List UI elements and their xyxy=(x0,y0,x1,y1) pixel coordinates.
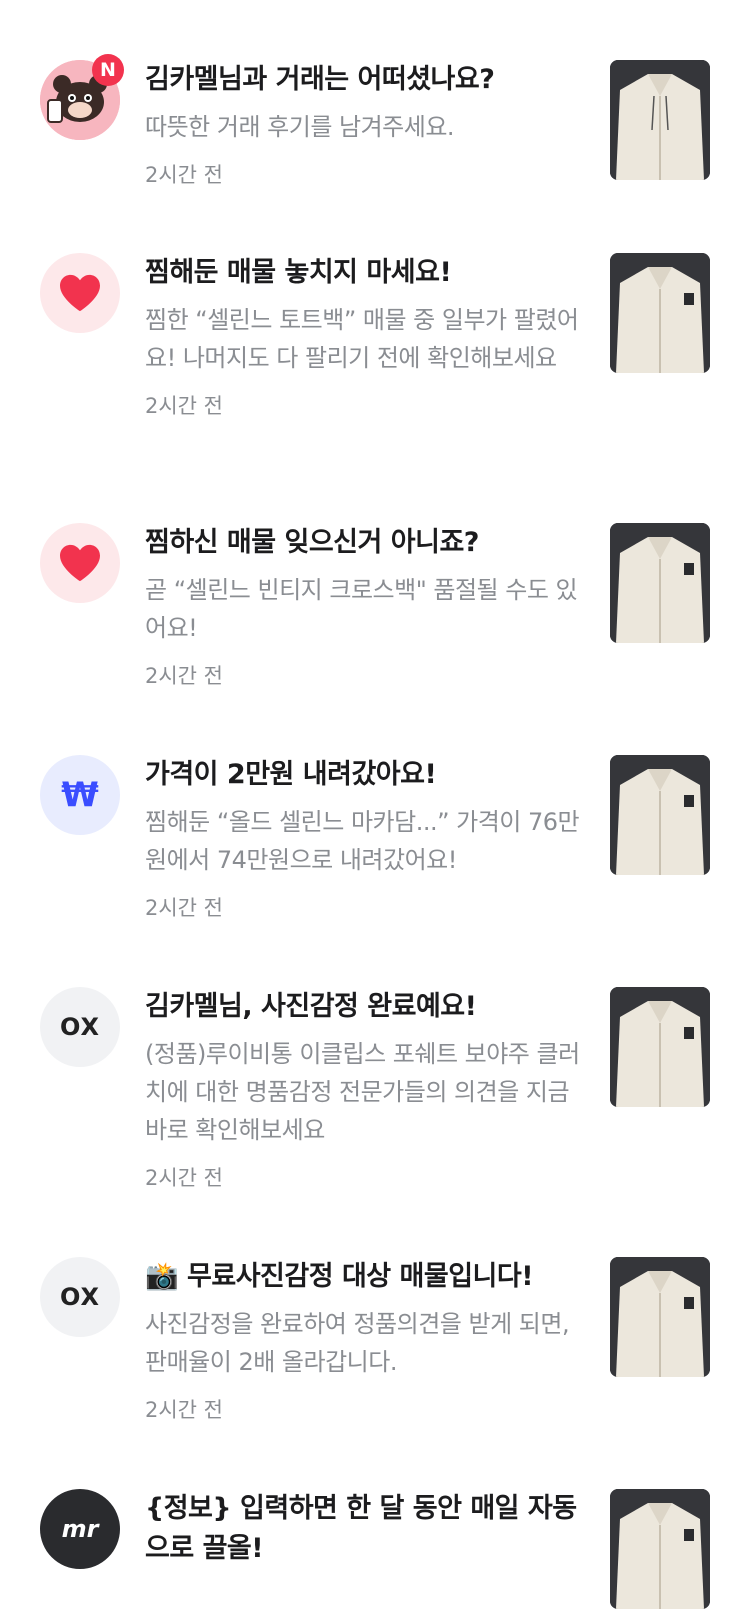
notification-title: 📸 무료사진감정 대상 매물입니다! xyxy=(145,1261,534,1292)
won-icon: ₩ xyxy=(61,775,99,815)
notification-title: {정보} 입력하면 한 달 동안 매일 자동으로 끌올! xyxy=(145,1493,577,1564)
notification-title: 찜하신 매물 잊으신거 아니죠? xyxy=(145,527,479,558)
notification-body: 찜해둔 “올드 셀린느 마카담...” 가격이 76만원에서 74만원으로 내려… xyxy=(145,808,580,874)
ox-icon: OX xyxy=(59,1283,101,1311)
notification-body: (정품)루이비통 이클립스 포쉐트 보야주 클러치에 대한 명품감정 전문가들의… xyxy=(145,1040,580,1144)
notification-body: 곧 “셀린느 빈티지 크로스백" 품절될 수도 있어요! xyxy=(145,576,578,642)
notification-title: 가격이 2만원 내려갔아요! xyxy=(145,759,437,790)
notification-time: 2시간 전 xyxy=(145,1398,223,1422)
mr-avatar: mr xyxy=(40,1489,120,1569)
new-badge: N xyxy=(92,54,124,86)
notification-time: 2시간 전 xyxy=(145,394,223,418)
ox-avatar: OX xyxy=(40,987,120,1067)
heart-avatar xyxy=(40,523,120,603)
ox-icon: OX xyxy=(59,1013,101,1041)
ox-avatar: OX xyxy=(40,1257,120,1337)
notification-body: 찜한 “셀린느 토트백” 매물 중 일부가 팔렸어요! 나머지도 다 팔리기 전… xyxy=(145,306,579,372)
jacket-image[interactable] xyxy=(610,253,710,373)
notification-time: 2시간 전 xyxy=(145,163,223,187)
notification-time: 2시간 전 xyxy=(145,1166,223,1190)
jacket-image[interactable] xyxy=(610,1489,710,1609)
heart-icon xyxy=(60,544,100,582)
notification-body: 따뜻한 거래 후기를 남겨주세요. xyxy=(145,113,455,141)
jacket-image[interactable] xyxy=(610,755,710,875)
heart-avatar xyxy=(40,253,120,333)
notification-time: 2시간 전 xyxy=(145,664,223,688)
notification-title: 김카멜님과 거래는 어떠셨나요? xyxy=(145,64,495,95)
notification-body: 사진감정을 완료하여 정품의견을 받게 되면, 판매율이 2배 올라갑니다. xyxy=(145,1310,577,1376)
won-avatar: ₩ xyxy=(40,755,120,835)
heart-icon xyxy=(60,274,100,312)
bear-avatar: N xyxy=(40,54,124,140)
notification-time: 2시간 전 xyxy=(145,896,223,920)
jacket-image[interactable] xyxy=(610,60,710,180)
mr-logo-icon: mr xyxy=(61,1515,99,1543)
jacket-image[interactable] xyxy=(610,1257,710,1377)
jacket-image[interactable] xyxy=(610,987,710,1107)
notification-title: 김카멜님, 사진감정 완료예요! xyxy=(145,991,477,1022)
jacket-image[interactable] xyxy=(610,523,710,643)
notification-title: 찜해둔 매물 놓치지 마세요! xyxy=(145,257,452,288)
